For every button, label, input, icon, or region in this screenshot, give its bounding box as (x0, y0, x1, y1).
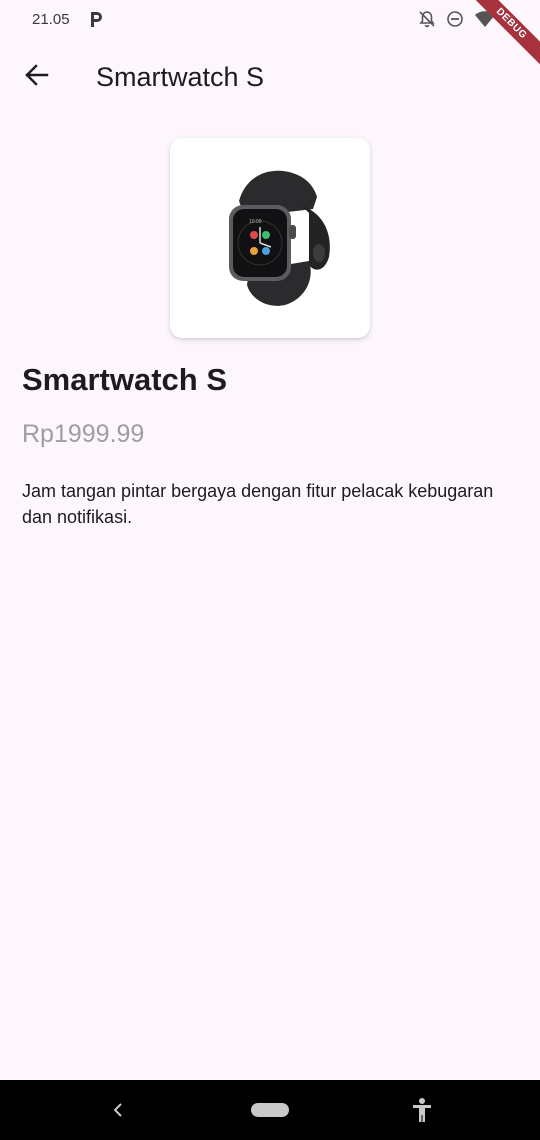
status-bar: 21.05 (0, 0, 540, 38)
arrow-back-icon (24, 62, 50, 93)
accessibility-icon[interactable] (409, 1096, 435, 1124)
smartwatch-image: 10:09 (205, 161, 335, 316)
product-description: Jam tangan pintar bergaya dengan fitur p… (22, 481, 494, 527)
p-app-icon (88, 10, 104, 28)
do-not-disturb-icon (446, 10, 464, 28)
system-navigation-bar (0, 1080, 540, 1140)
wifi-icon (474, 10, 496, 28)
status-time: 21.05 (32, 11, 70, 28)
home-pill-icon[interactable] (251, 1103, 289, 1117)
svg-text:10:09: 10:09 (249, 219, 262, 225)
product-price: Rp1999.99 (22, 420, 145, 448)
product-image-card: 10:09 (170, 138, 370, 338)
app-bar: Smartwatch S (0, 38, 540, 118)
back-chevron-icon[interactable] (106, 1098, 130, 1122)
notifications-off-icon (418, 10, 436, 28)
back-button[interactable] (14, 54, 60, 100)
status-icons (418, 9, 496, 29)
page-title: Smartwatch S (96, 62, 265, 92)
product-name: Smartwatch S (22, 362, 228, 397)
